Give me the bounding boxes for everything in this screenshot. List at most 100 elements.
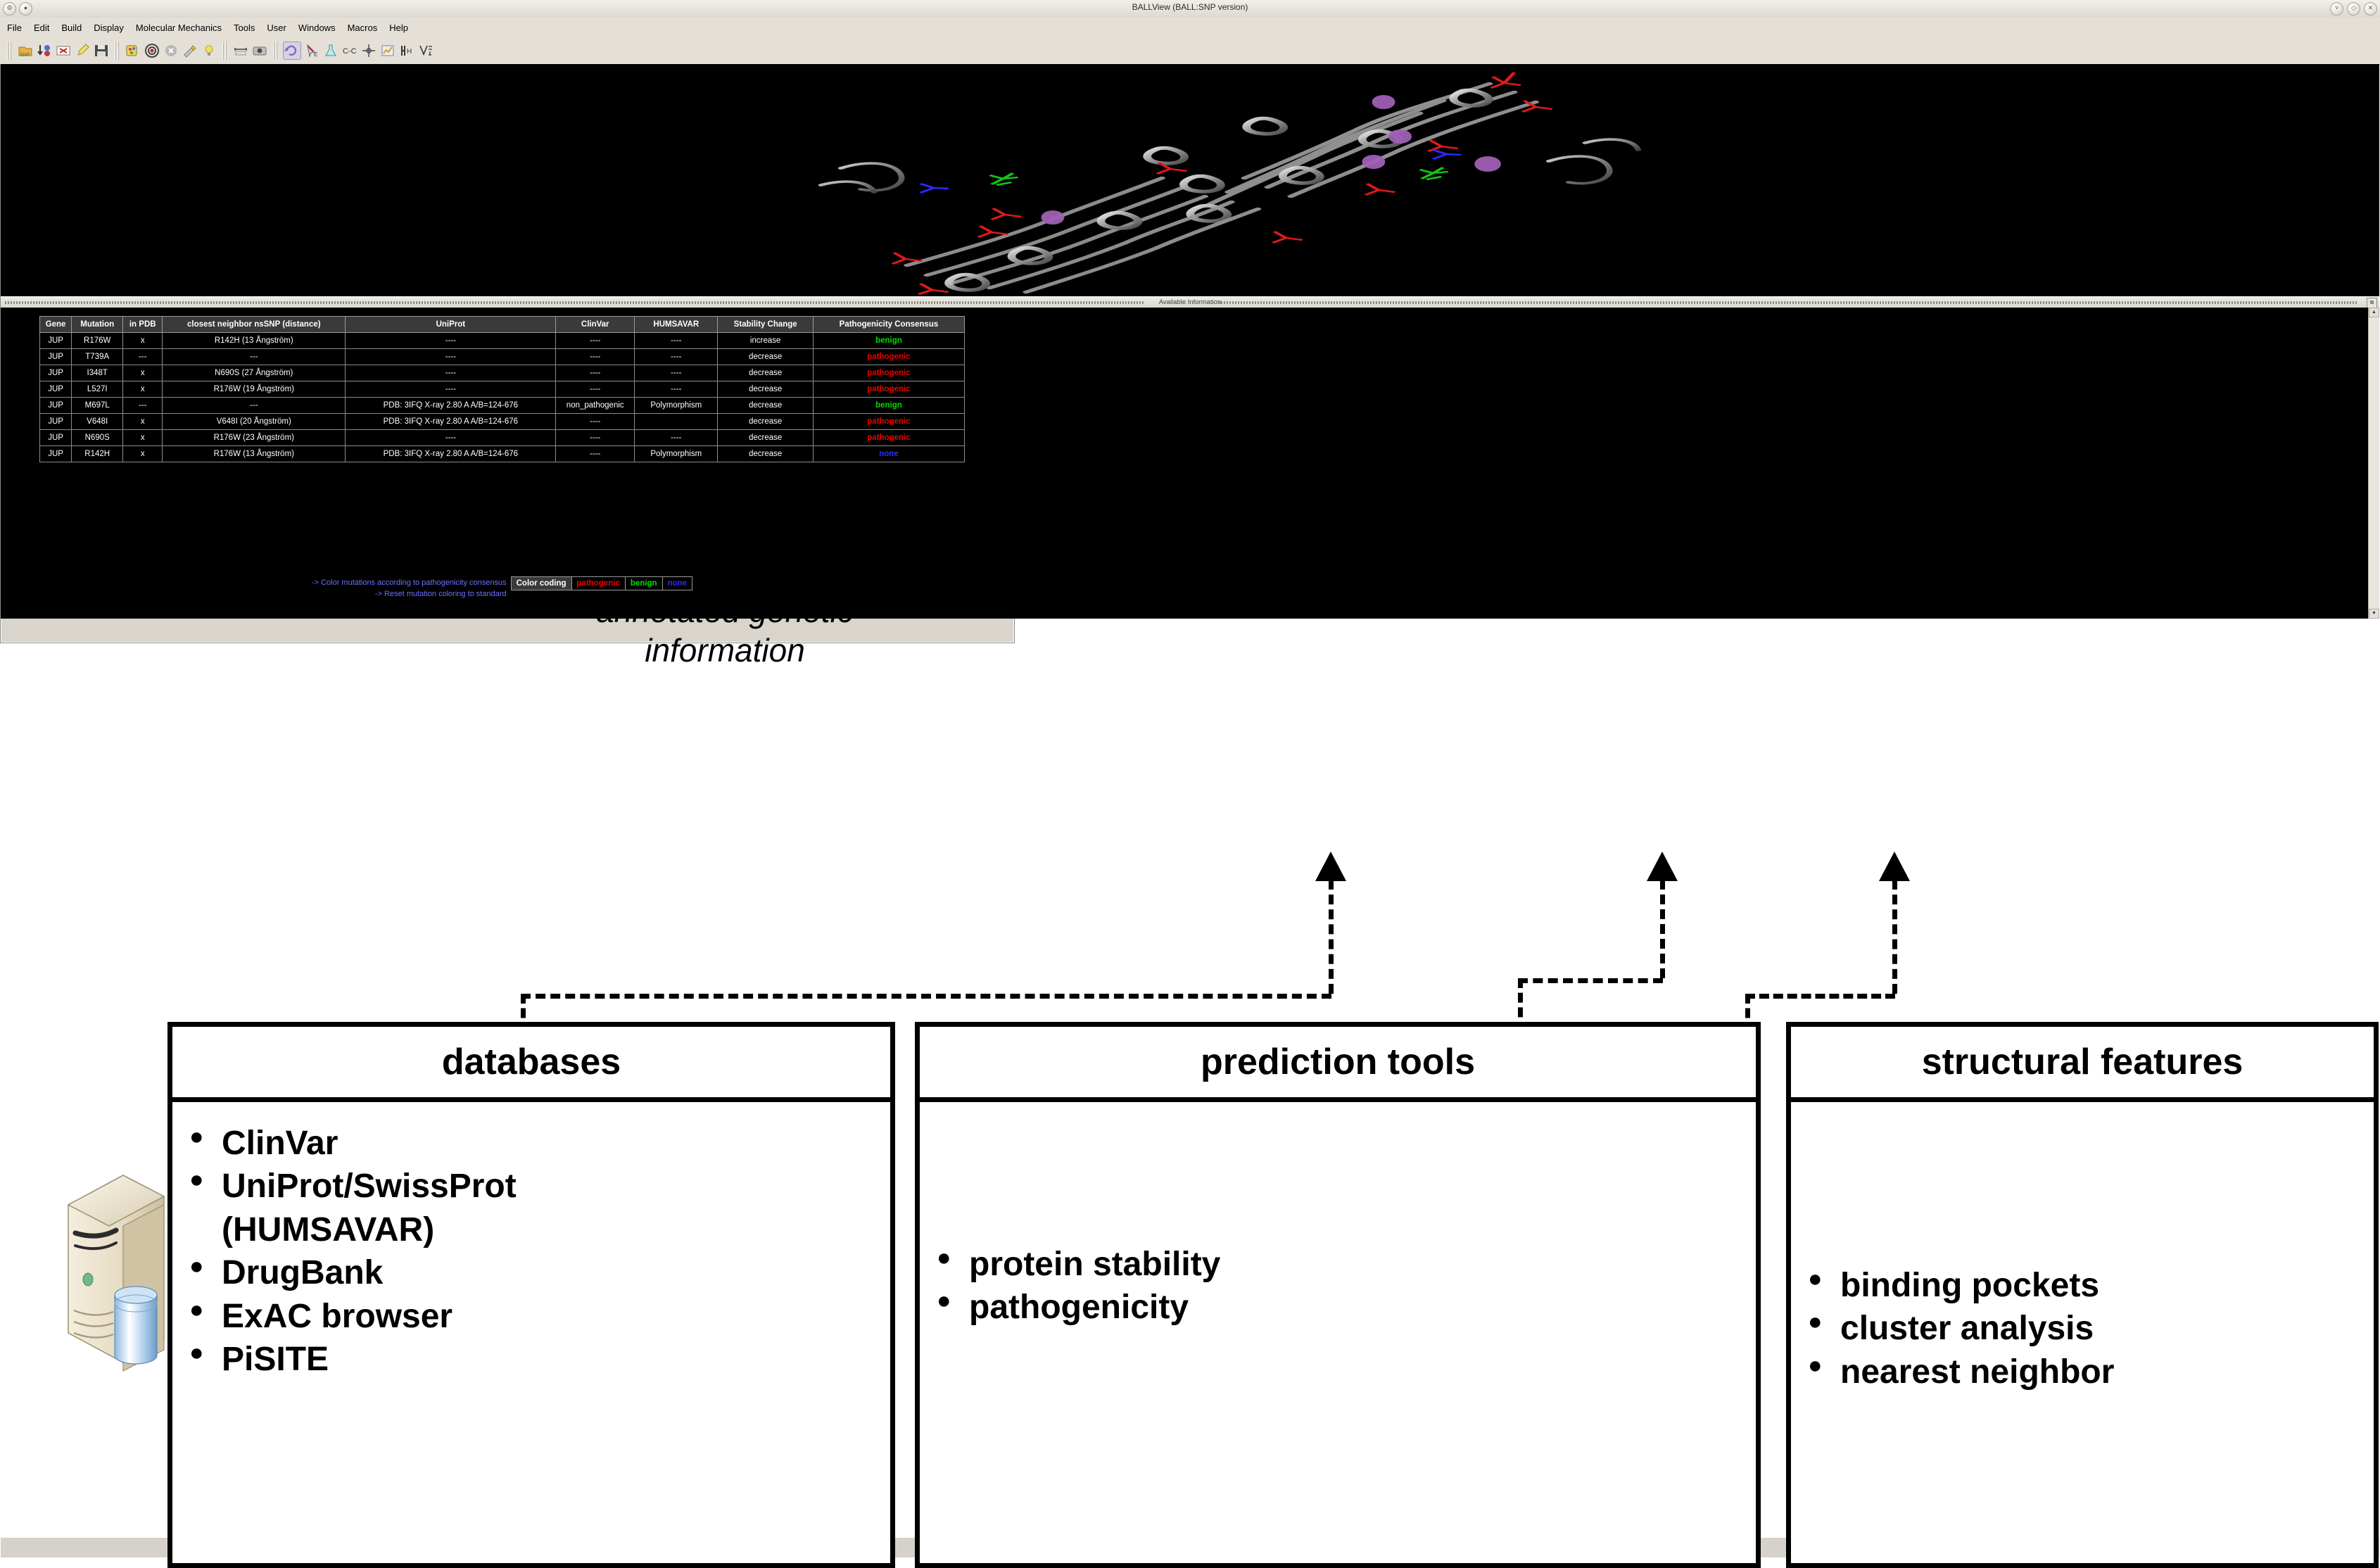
cell-gene: JUP	[39, 381, 72, 398]
panel-vertical-scrollbar[interactable]: ▲ ▼	[2368, 308, 2379, 619]
menu-windows[interactable]: Windows	[298, 23, 336, 33]
close-icon[interactable]: ✕	[2364, 2, 2377, 15]
structural-features-list: binding pockets cluster analysis nearest…	[1791, 1264, 2374, 1393]
color-icon[interactable]	[125, 42, 141, 59]
target-icon[interactable]	[144, 42, 160, 59]
available-information-panel[interactable]: Gene Mutation in PDB closest neighbor ns…	[1, 308, 2379, 619]
dock-panel-title: Available Information	[1158, 298, 1222, 306]
cell-humsavar: Polymorphism	[634, 397, 719, 414]
cell-humsavar: ----	[634, 429, 719, 446]
tools-icon[interactable]	[182, 42, 198, 59]
window-titlebar: ⚙ ● BALLView (BALL:SNP version) ˅ ◇ ✕	[0, 0, 2380, 18]
cell-humsavar	[634, 413, 719, 430]
legend-benign[interactable]: benign	[625, 577, 663, 590]
dash-prediction-horizontal	[1518, 978, 1663, 983]
cell-neighbor: ---	[162, 348, 346, 365]
table-row[interactable]: JUP T739A --- --- ---- ---- ---- decrease pathog…	[39, 348, 966, 365]
menu-display[interactable]: Display	[94, 23, 124, 33]
cell-clinvar: ----	[555, 445, 635, 462]
rotate-mode-icon[interactable]	[283, 42, 301, 60]
svg-text:E: E	[314, 51, 317, 58]
table-header-row: Gene Mutation in PDB closest neighbor ns…	[39, 316, 966, 333]
minimize-icon[interactable]: ˅	[2330, 2, 2343, 15]
flask-icon[interactable]	[322, 42, 339, 59]
reset-coloring-link[interactable]: -> Reset mutation coloring to standard	[312, 589, 507, 600]
add-hydrogens-icon[interactable]: H	[398, 42, 415, 59]
toolbar[interactable]: SNP E C-C H	[0, 37, 2380, 65]
toolbar-grip-icon[interactable]	[7, 42, 12, 60]
cell-stability: decrease	[717, 381, 814, 398]
edit-icon[interactable]	[74, 42, 91, 59]
menu-build[interactable]: Build	[61, 23, 82, 33]
titlebar-right-buttons[interactable]: ˅ ◇ ✕	[2330, 2, 2377, 15]
save-icon[interactable]	[93, 42, 110, 59]
box-databases-title: databases	[172, 1027, 890, 1102]
dash-structural-horizontal	[1745, 994, 1895, 999]
table-body[interactable]: JUP R176W x R142H (13 Ångström) ---- ---- ----…	[39, 332, 966, 462]
mutation-table[interactable]: Gene Mutation in PDB closest neighbor ns…	[39, 316, 966, 462]
color-coding-legend[interactable]: Color coding pathogenic benign none	[510, 576, 693, 590]
table-row[interactable]: JUP R176W x R142H (13 Ångström) ---- ---- ----…	[39, 332, 966, 349]
snapshot-icon[interactable]	[251, 42, 268, 59]
menu-macros[interactable]: Macros	[348, 23, 378, 33]
legend-none[interactable]: none	[662, 577, 692, 590]
menu-help[interactable]: Help	[389, 23, 408, 33]
table-row[interactable]: JUP I348T x N690S (27 Ångström) ---- ---- ----…	[39, 365, 966, 381]
cell-humsavar: ----	[634, 365, 719, 381]
menu-file[interactable]: File	[7, 23, 22, 33]
table-row[interactable]: JUP N690S x R176W (23 Ångström) ---- ---- ----…	[39, 429, 966, 446]
table-row[interactable]: JUP M697L --- --- PDB: 3IFQ X-ray 2.80 A A/B…	[39, 397, 966, 414]
table-row[interactable]: JUP V648I x V648I (20 Ångström) PDB: 3IFQ X-…	[39, 413, 966, 430]
pick-mode-icon[interactable]: E	[303, 42, 320, 59]
col-humsavar: HUMSAVAR	[634, 316, 719, 333]
cell-in-pdb: ---	[122, 348, 163, 365]
ruler-icon[interactable]	[232, 42, 249, 59]
download-icon[interactable]	[36, 42, 53, 59]
box-structural-features-body: binding pockets cluster analysis nearest…	[1791, 1102, 2374, 1563]
bond-icon[interactable]: C-C	[341, 42, 358, 59]
cell-humsavar: Polymorphism	[634, 445, 719, 462]
float-icon[interactable]: ⧉	[2367, 298, 2377, 308]
close-molecule-icon[interactable]	[55, 42, 72, 59]
scroll-down-icon[interactable]: ▼	[2369, 609, 2379, 619]
chart-icon[interactable]	[379, 42, 396, 59]
dash-databases-horizontal	[521, 994, 1331, 999]
dock-panel-buttons[interactable]: ⧉	[2367, 298, 2377, 308]
toolbar-grip-icon-2[interactable]	[115, 42, 120, 60]
menubar[interactable]: File Edit Build Display Molecular Mechan…	[0, 18, 2380, 38]
cell-uniprot: ----	[345, 332, 557, 349]
panel-controls-row[interactable]: -> Color mutations according to pathogen…	[39, 576, 965, 600]
menu-tools[interactable]: Tools	[234, 23, 255, 33]
col-consensus: Pathogenicity Consensus	[812, 316, 966, 333]
table-row[interactable]: JUP L527I x R176W (19 Ångström) ---- ---- ----…	[39, 381, 966, 398]
cell-consensus: benign	[812, 332, 966, 349]
legend-label: Color coding	[511, 577, 572, 590]
molecular-3d-viewport[interactable]	[1, 64, 2379, 296]
cell-mutation: R142H	[71, 445, 124, 462]
toolbar-grip-icon-4[interactable]	[273, 42, 278, 60]
svg-text:H: H	[407, 48, 412, 56]
energy-minimize-icon[interactable]	[417, 42, 434, 59]
open-snp-icon[interactable]: SNP	[17, 42, 34, 59]
prediction-tools-list: protein stability pathogenicity	[920, 1243, 1756, 1329]
cancel-icon[interactable]	[163, 42, 179, 59]
cell-clinvar: ----	[555, 332, 635, 349]
box-prediction-tools-body: protein stability pathogenicity	[920, 1102, 1756, 1563]
menu-user[interactable]: User	[267, 23, 286, 33]
arrow-prediction-head	[1647, 852, 1678, 881]
legend-pathogenic[interactable]: pathogenic	[571, 577, 626, 590]
cell-mutation: N690S	[71, 429, 124, 446]
maximize-icon[interactable]: ◇	[2347, 2, 2360, 15]
color-mutations-link[interactable]: -> Color mutations according to pathogen…	[312, 578, 507, 589]
cell-consensus: pathogenic	[812, 381, 966, 398]
cell-uniprot: ----	[345, 365, 557, 381]
scroll-up-icon[interactable]: ▲	[2369, 308, 2379, 317]
menu-molecular-mechanics[interactable]: Molecular Mechanics	[136, 23, 222, 33]
menu-edit[interactable]: Edit	[34, 23, 49, 33]
coloring-links[interactable]: -> Color mutations according to pathogen…	[312, 576, 511, 600]
table-row[interactable]: JUP R142H x R176W (13 Ångström) PDB: 3IFQ X-…	[39, 445, 966, 462]
bulb-icon[interactable]	[201, 42, 217, 59]
move-icon[interactable]	[360, 42, 377, 59]
ballview-application-window[interactable]: ⚙ ● BALLView (BALL:SNP version) ˅ ◇ ✕ Fi…	[0, 0, 2380, 1557]
toolbar-grip-icon-3[interactable]	[222, 42, 227, 60]
